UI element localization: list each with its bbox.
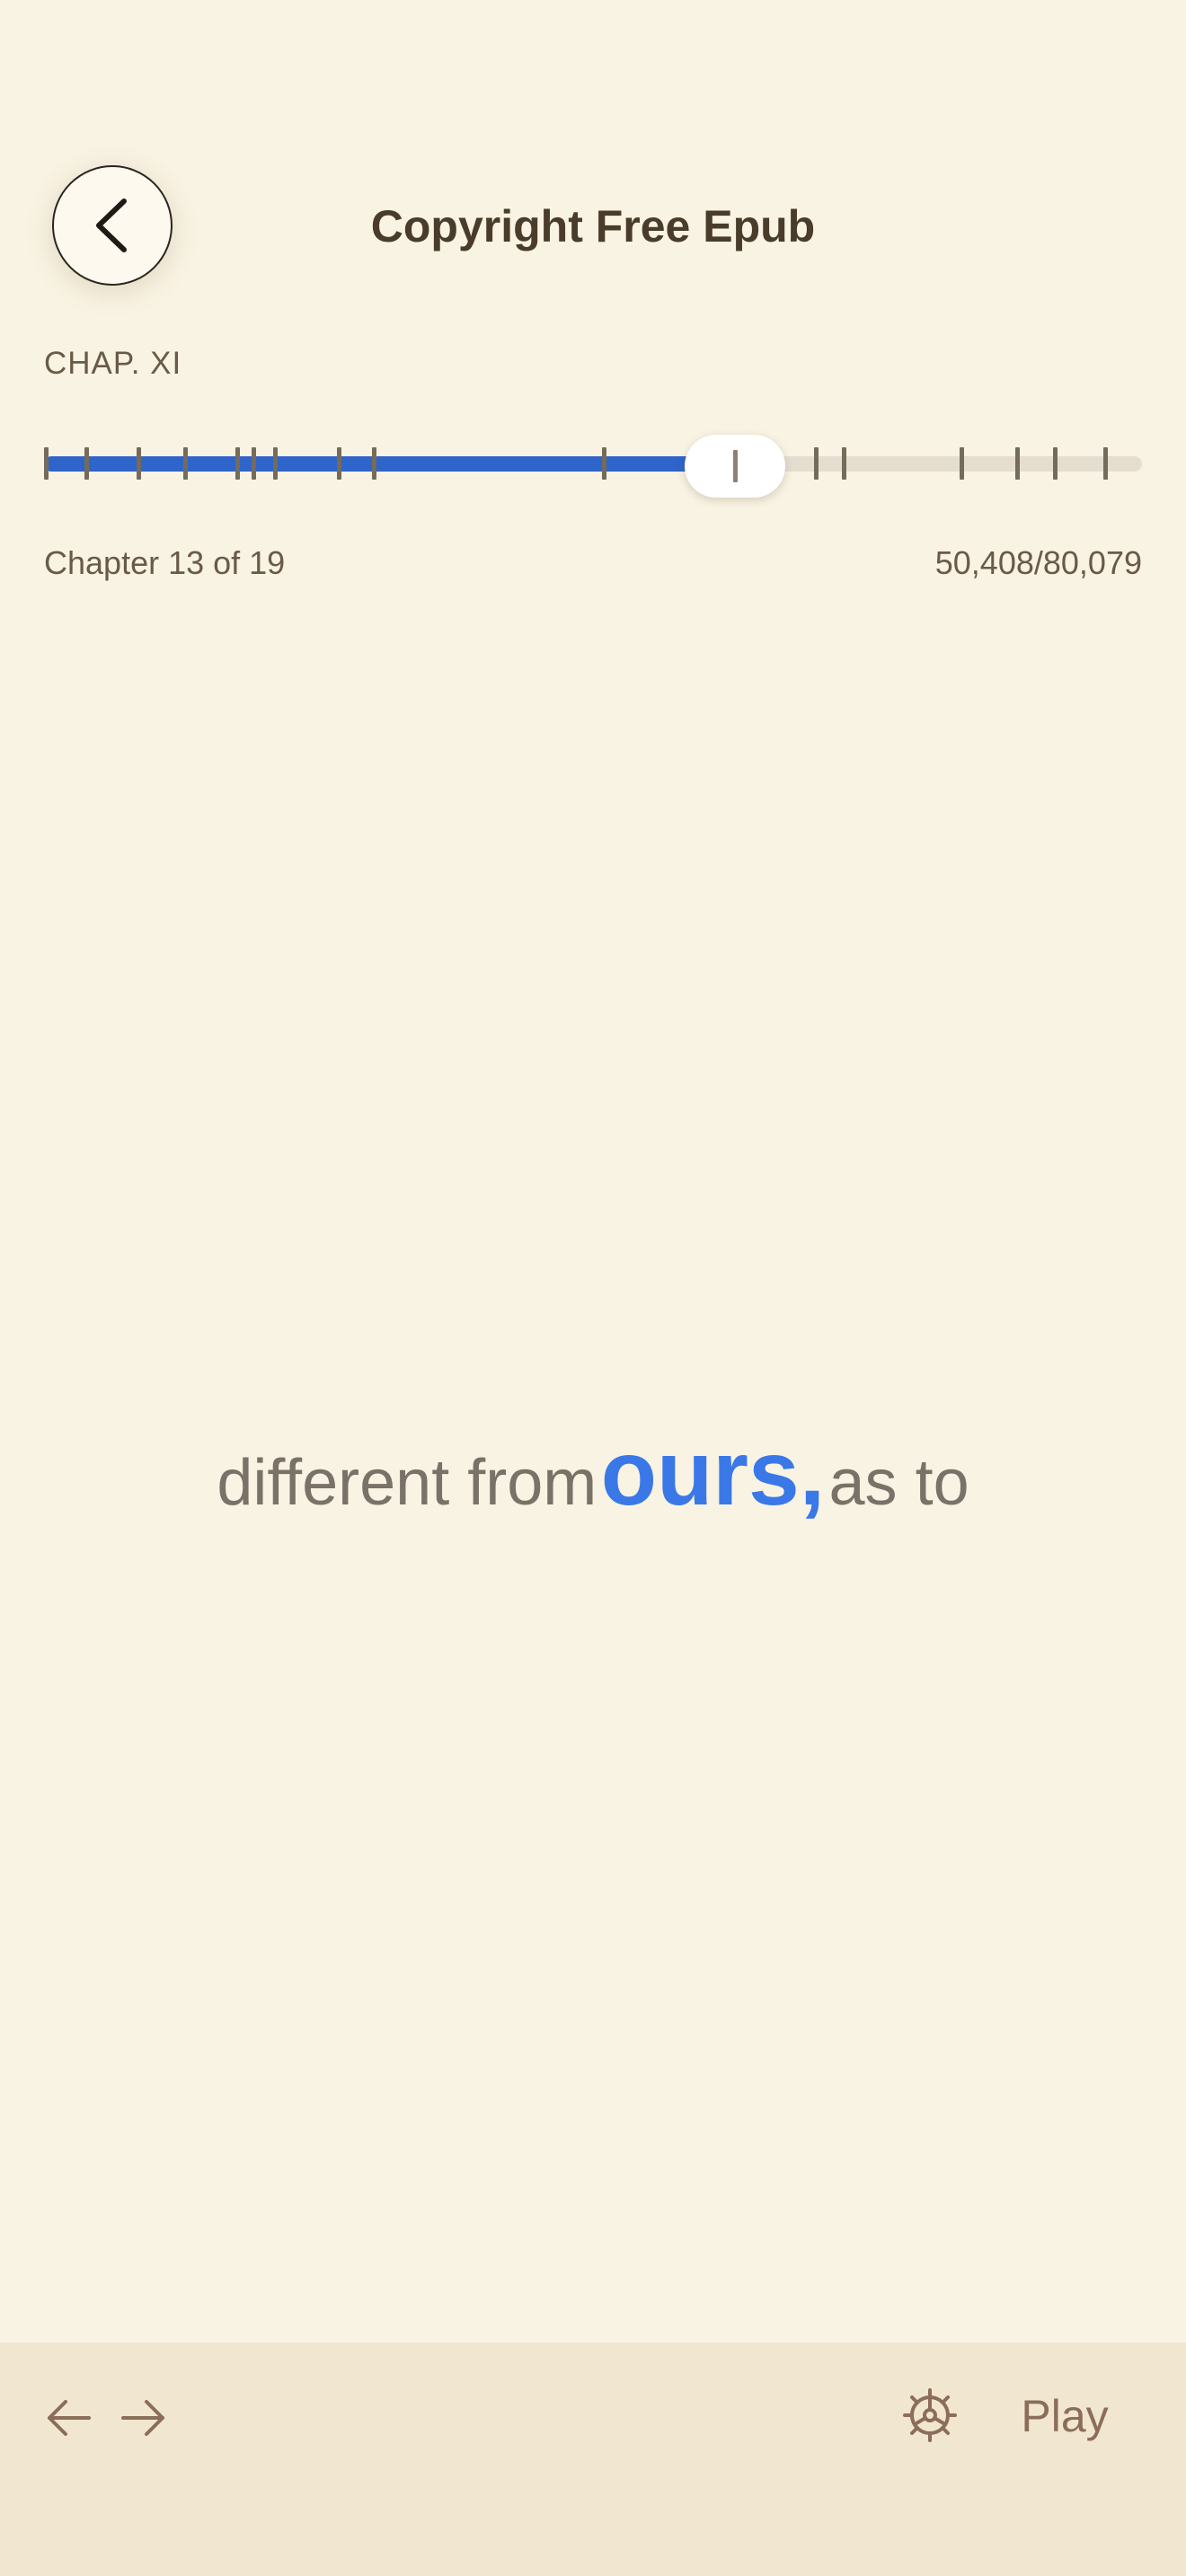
chapter-tick <box>273 447 278 480</box>
reader-text-before: different from <box>217 1447 597 1519</box>
next-button[interactable] <box>117 2391 171 2445</box>
chapter-tick <box>1103 447 1108 480</box>
chapter-tick <box>337 447 341 480</box>
progress-slider[interactable] <box>44 428 1142 499</box>
book-title: Copyright Free Epub <box>370 201 816 251</box>
chapter-tick <box>183 447 188 480</box>
chapter-count: Chapter 13 of 19 <box>44 544 286 581</box>
word-count: 50,408/80,079 <box>934 544 1142 581</box>
chapter-tick <box>84 447 89 480</box>
chapter-label: CHAP. XI <box>44 346 182 381</box>
settings-button[interactable] <box>902 2387 958 2443</box>
reader-current-word: ours, <box>600 1422 826 1524</box>
slider-thumb[interactable] <box>685 435 785 498</box>
gear-icon <box>903 2388 957 2442</box>
chapter-tick <box>252 447 256 480</box>
chapter-tick <box>814 447 819 480</box>
chapter-tick <box>1015 447 1020 480</box>
bottom-toolbar: Play <box>0 2342 1186 2576</box>
chapter-tick <box>960 447 964 480</box>
reader-text-after: as to <box>828 1447 969 1519</box>
chapter-tick <box>602 447 606 480</box>
chapter-tick <box>842 447 846 480</box>
chapter-tick <box>235 447 240 480</box>
chapter-tick <box>137 447 141 480</box>
chapter-tick <box>44 447 49 480</box>
play-button[interactable]: Play <box>1006 2387 1123 2445</box>
chapter-tick <box>1053 447 1058 480</box>
chapter-tick <box>372 447 376 480</box>
arrow-left-icon <box>48 2400 91 2436</box>
thumb-tick <box>732 450 738 482</box>
reader-text-line: different from ours, as to <box>0 1410 1186 1564</box>
arrow-right-icon <box>121 2400 164 2436</box>
previous-button[interactable] <box>41 2391 95 2445</box>
progress-fill <box>44 456 736 472</box>
